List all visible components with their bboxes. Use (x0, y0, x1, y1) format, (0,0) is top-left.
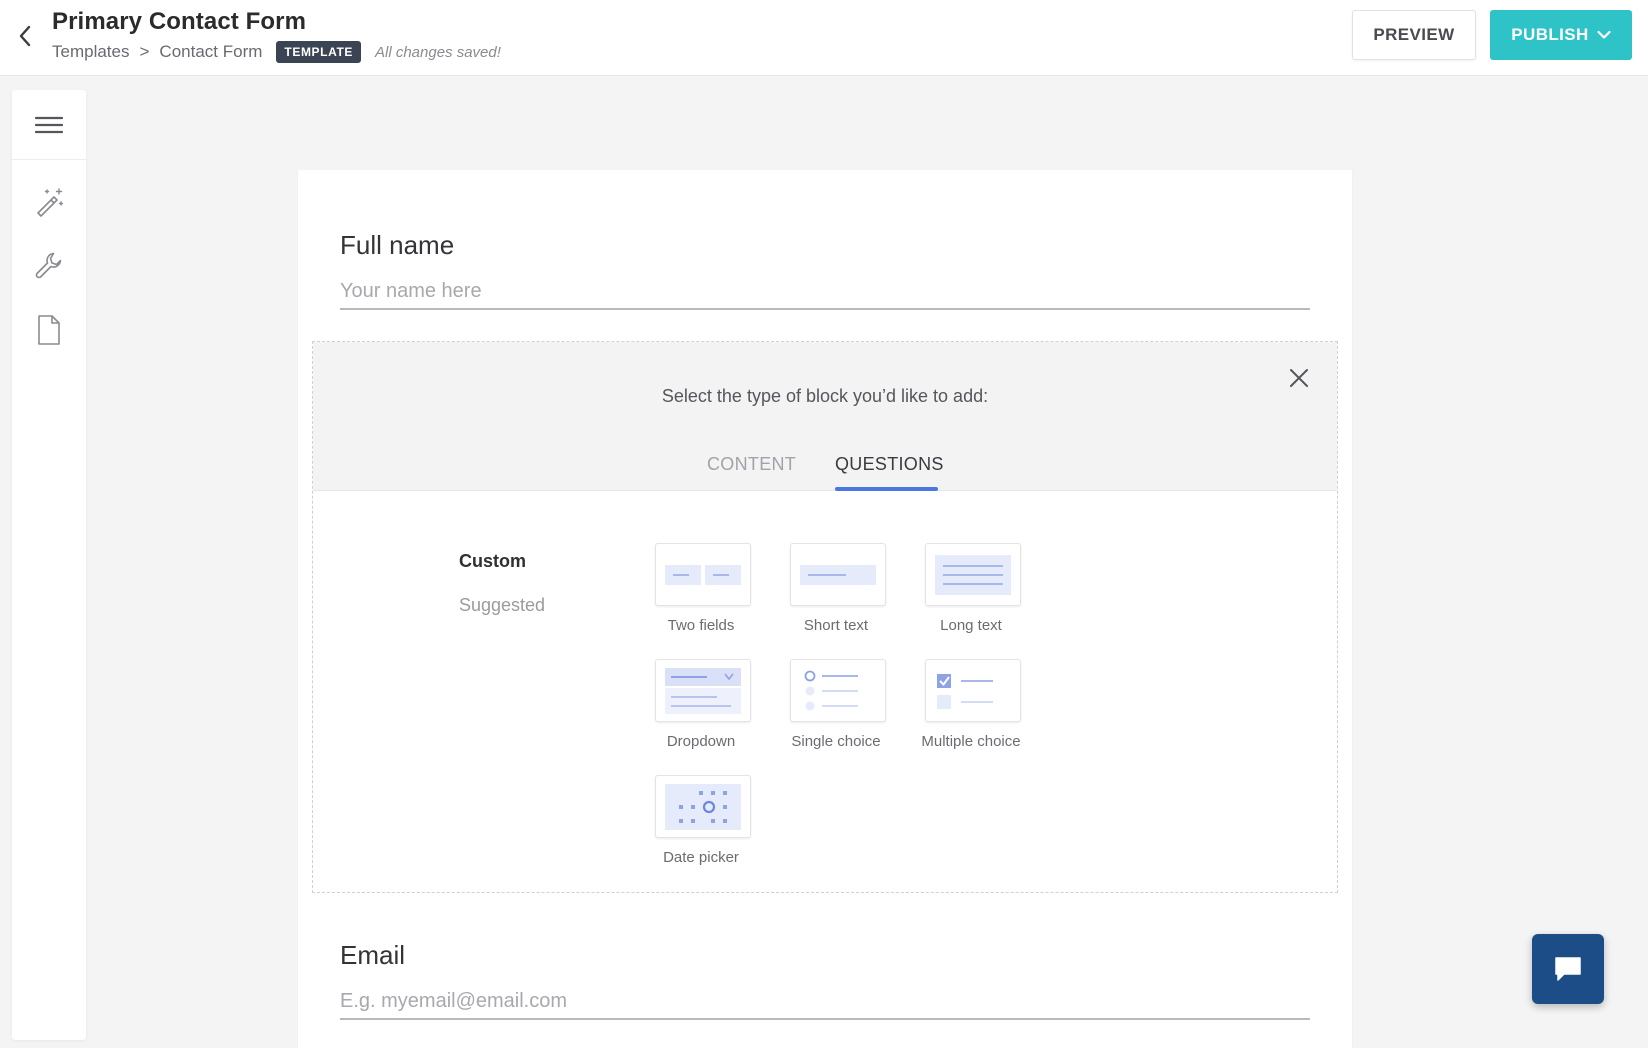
multiple-choice-icon (937, 673, 993, 709)
block-chooser-prompt: Select the type of block you’d like to a… (661, 386, 989, 406)
block-dropdown[interactable]: Dropdown (633, 659, 769, 769)
full-name-label: Full name (340, 230, 455, 260)
category-suggested[interactable]: Suggested (459, 595, 545, 616)
magic-wand-icon (37, 188, 64, 217)
block-label: Two fields (667, 617, 735, 634)
email-input[interactable] (340, 984, 1310, 1020)
long-text-tile (925, 543, 1021, 606)
block-label: Long text (940, 617, 1002, 634)
block-label: Date picker (663, 849, 739, 866)
form-canvas: Full name Select the type of block you’d… (298, 170, 1352, 1048)
short-text-tile (790, 543, 886, 606)
menu-icon (34, 116, 64, 133)
chevron-left-icon (19, 25, 31, 47)
block-label: Multiple choice (921, 733, 1021, 750)
full-name-input[interactable] (340, 274, 1310, 310)
block-label: Single choice (791, 733, 881, 750)
long-text-icon (935, 554, 1011, 595)
block-short-text[interactable]: Short text (768, 543, 904, 653)
date-picker-tile (655, 775, 751, 838)
chat-bubble-icon (1555, 957, 1581, 981)
pages-tool-button[interactable] (12, 306, 86, 354)
back-button[interactable] (12, 20, 38, 52)
top-bar: Primary Contact Form Templates > Contact… (0, 0, 1648, 76)
breadcrumb: Templates > Contact Form TEMPLATE All ch… (52, 40, 501, 64)
block-date-picker[interactable]: Date picker (633, 775, 769, 885)
left-toolbar (12, 90, 86, 1040)
block-long-text[interactable]: Long text (903, 543, 1039, 653)
breadcrumb-separator: > (139, 42, 150, 61)
menu-button[interactable] (12, 90, 86, 160)
block-single-choice[interactable]: Single choice (768, 659, 904, 769)
tab-content[interactable]: CONTENT (707, 454, 796, 475)
short-text-icon (800, 564, 876, 585)
email-label: Email (340, 940, 406, 970)
chat-button[interactable] (1532, 934, 1604, 1004)
date-picker-icon (665, 783, 741, 830)
two-fields-icon (665, 564, 741, 585)
publish-label: PUBLISH (1511, 25, 1589, 44)
dropdown-tile (655, 659, 751, 722)
category-custom[interactable]: Custom (459, 551, 526, 572)
preview-button[interactable]: PREVIEW (1352, 10, 1476, 60)
multiple-choice-tile (925, 659, 1021, 722)
block-multiple-choice[interactable]: Multiple choice (903, 659, 1039, 769)
breadcrumb-contact-form[interactable]: Contact Form (159, 42, 262, 62)
publish-button[interactable]: PUBLISH (1490, 10, 1632, 60)
document-icon (38, 315, 60, 345)
settings-tool-button[interactable] (12, 242, 86, 290)
active-tab-indicator (835, 487, 938, 491)
chevron-down-icon (1597, 30, 1611, 39)
block-chooser: Select the type of block you’d like to a… (312, 341, 1338, 893)
design-tool-button[interactable] (12, 178, 86, 226)
tab-questions[interactable]: QUESTIONS (835, 454, 944, 475)
two-fields-tile (655, 543, 751, 606)
block-label: Dropdown (666, 733, 736, 750)
close-chooser-button[interactable] (1285, 364, 1313, 392)
block-two-fields[interactable]: Two fields (633, 543, 769, 653)
wrench-icon (35, 252, 62, 279)
template-badge: TEMPLATE (276, 41, 361, 63)
close-icon (1290, 369, 1308, 387)
block-chooser-header: Select the type of block you’d like to a… (313, 342, 1337, 491)
single-choice-icon (804, 670, 858, 710)
breadcrumb-templates[interactable]: Templates (52, 42, 129, 62)
page-title: Primary Contact Form (52, 8, 307, 35)
dropdown-icon (665, 667, 741, 714)
save-status: All changes saved! (374, 43, 501, 61)
block-label: Short text (803, 617, 869, 634)
single-choice-tile (790, 659, 886, 722)
